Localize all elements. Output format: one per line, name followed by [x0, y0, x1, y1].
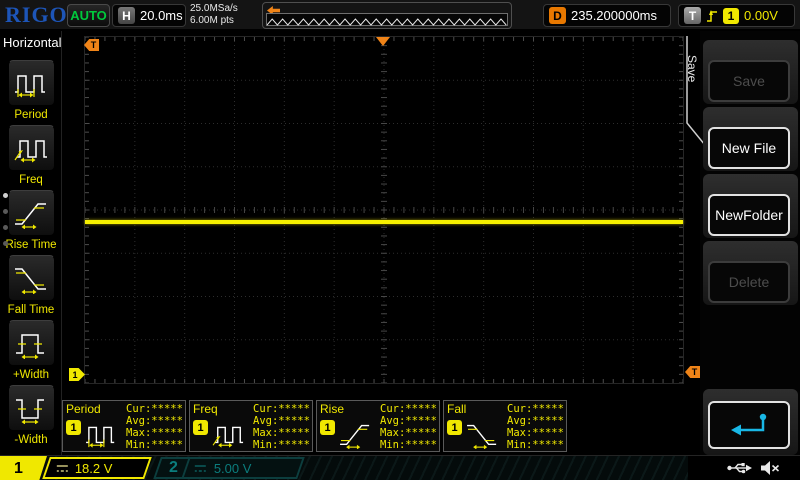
- measurement-channel-badge: 1: [447, 420, 462, 435]
- measurement-panel-rise[interactable]: Rise 1 Cur:***** Avg:***** Max:***** Min…: [316, 400, 440, 452]
- delay-icon: D: [549, 7, 566, 24]
- dc-coupling-icon: [194, 464, 206, 472]
- acquisition-info: 25.0MSa/s 6.00M pts: [190, 3, 238, 27]
- measure-menu: Horizontal Period Freq Rise Time Fall Ti…: [0, 31, 62, 455]
- waveform-display: T 1 T: [69, 36, 700, 384]
- run-status-badge[interactable]: AUTO: [67, 4, 110, 27]
- measurement-name: Rise: [320, 402, 345, 416]
- channel-1-status[interactable]: 1 18.2 V: [0, 456, 154, 480]
- ch1-trace: [85, 220, 683, 224]
- trigger-delay-group[interactable]: D 235.200000ms: [543, 4, 671, 27]
- menu-page-dot: [3, 241, 8, 246]
- measurement-name: Fall: [447, 402, 467, 416]
- measurement-panel-fall[interactable]: Fall 1 Cur:***** Avg:***** Max:***** Min…: [443, 400, 567, 452]
- trigger-slope-icon: [707, 9, 717, 22]
- menu-page-dot: [3, 193, 8, 198]
- save-menu: Save Save New File NewFolder Delete: [685, 31, 800, 457]
- menu-item-rise-time-label: Rise Time: [5, 239, 57, 251]
- menu-item-freq-label: Freq: [19, 174, 43, 186]
- new-file-button[interactable]: New File: [708, 127, 790, 169]
- menu-item-pos-width[interactable]: [8, 320, 55, 366]
- menu-item-neg-width[interactable]: [8, 385, 55, 431]
- measurement-panel-period[interactable]: Period 1 Cur:***** Avg:***** Max:***** M…: [62, 400, 186, 452]
- save-tab-outline: [686, 36, 705, 146]
- channel-status-bar: 1 18.2 V 2 5.00 V: [0, 455, 800, 480]
- trigger-level-value: 0.00V: [744, 8, 778, 23]
- channel-1-scale-box: 18.2 V: [42, 457, 152, 479]
- channel-1-scale: 18.2 V: [75, 460, 113, 476]
- save-menu-tab: Save: [685, 55, 699, 83]
- trigger-info-group[interactable]: T 1 0.00V: [678, 4, 795, 27]
- status-icons: [727, 460, 780, 476]
- horizontal-scale-group[interactable]: H 20.0ms: [112, 4, 186, 27]
- save-button[interactable]: Save: [708, 60, 790, 102]
- measurement-stats: Cur:***** Avg:***** Max:***** Min:*****: [253, 403, 310, 451]
- menu-item-period-label: Period: [14, 109, 48, 121]
- dc-coupling-icon: [57, 464, 68, 472]
- trigger-source-badge: 1: [723, 7, 739, 24]
- ch1-ground-marker: 1: [69, 368, 85, 381]
- menu-item-rise-time[interactable]: [8, 190, 55, 236]
- return-arrow-icon: [731, 413, 767, 436]
- measurement-channel-badge: 1: [193, 420, 208, 435]
- measure-menu-title: Horizontal: [3, 35, 62, 50]
- graticule: [84, 36, 684, 384]
- fall-time-icon: [467, 424, 497, 449]
- menu-page-dot: [3, 209, 8, 214]
- measurement-stats: Cur:***** Avg:***** Max:***** Min:*****: [380, 403, 437, 451]
- measurement-channel-badge: 1: [66, 420, 81, 435]
- channel-2-badge: 2: [169, 459, 178, 476]
- channel-1-badge: 1: [0, 456, 47, 480]
- period-icon: [86, 426, 115, 448]
- menu-item-neg-width-label: -Width: [14, 434, 48, 446]
- channel-2-scale: 5.00 V: [213, 460, 252, 476]
- usb-icon: [727, 463, 752, 474]
- delete-button[interactable]: Delete: [708, 261, 790, 303]
- neg-width-icon: [15, 399, 44, 424]
- trigger-delay-value: 235.200000ms: [571, 8, 658, 23]
- menu-page-dot: [3, 225, 8, 230]
- trigger-icon: T: [684, 7, 701, 24]
- channel-2-status[interactable]: 2 5.00 V: [153, 456, 305, 480]
- menu-item-fall-time-label: Fall Time: [7, 304, 55, 316]
- measurement-panel-freq[interactable]: Freq 1 Cur:***** Avg:***** Max:***** Min…: [189, 400, 313, 452]
- measurement-name: Freq: [193, 402, 218, 416]
- speaker-muted-icon: [761, 461, 780, 475]
- channel-2-scale-box: 2 5.00 V: [153, 457, 305, 479]
- oscilloscope-screen: RIGOL AUTO H 20.0ms 25.0MSa/s 6.00M pts …: [0, 0, 800, 480]
- freq-icon: [14, 140, 47, 163]
- divider: [181, 457, 191, 479]
- trigger-delay-marker-icon: [376, 37, 390, 46]
- period-icon: [14, 75, 45, 98]
- back-button[interactable]: [708, 401, 790, 449]
- rise-time-icon: [14, 203, 46, 229]
- menu-item-freq[interactable]: [8, 125, 55, 171]
- new-folder-button[interactable]: NewFolder: [708, 194, 790, 236]
- trigger-level-marker: T: [685, 366, 700, 378]
- menu-item-pos-width-label: +Width: [12, 369, 50, 381]
- memory-depth: 6.00M pts: [190, 15, 234, 26]
- rise-time-icon: [340, 424, 370, 449]
- sample-rate: 25.0MSa/s: [190, 3, 238, 14]
- horizontal-scale-value: 20.0ms: [140, 8, 183, 23]
- measurement-channel-badge: 1: [320, 420, 335, 435]
- waveform-preview[interactable]: [262, 2, 512, 29]
- fall-time-icon: [14, 268, 46, 294]
- preview-window: [266, 13, 508, 26]
- horizontal-icon: H: [118, 7, 135, 24]
- freq-icon: [212, 426, 244, 448]
- measurement-name: Period: [66, 402, 101, 416]
- measurement-stats: Cur:***** Avg:***** Max:***** Min:*****: [507, 403, 564, 451]
- pos-width-icon: [15, 334, 44, 359]
- menu-item-period[interactable]: [8, 60, 55, 106]
- measurement-stats: Cur:***** Avg:***** Max:***** Min:*****: [126, 403, 183, 451]
- menu-item-fall-time[interactable]: [8, 255, 55, 301]
- top-status-bar: RIGOL AUTO H 20.0ms 25.0MSa/s 6.00M pts …: [0, 0, 800, 31]
